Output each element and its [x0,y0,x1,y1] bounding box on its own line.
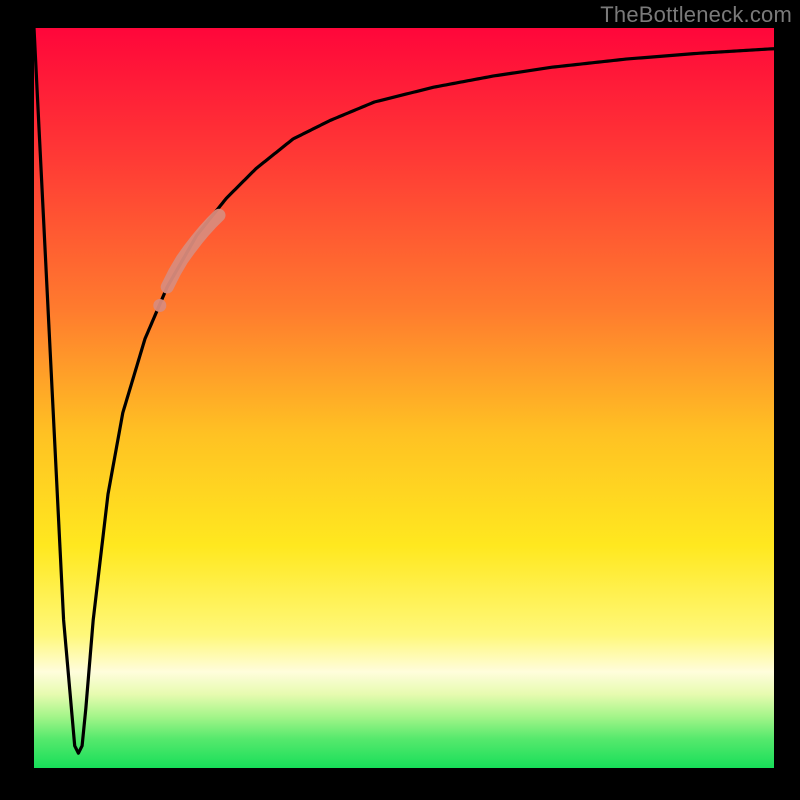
chart-container: TheBottleneck.com [0,0,800,800]
chart-svg [34,28,774,768]
plot-area [34,28,774,768]
highlight-segment [167,215,219,287]
main-curve [34,28,774,753]
curve-layer [34,28,774,753]
watermark-text: TheBottleneck.com [600,2,792,28]
highlight-dot [153,299,166,312]
highlight-layer [153,215,219,312]
